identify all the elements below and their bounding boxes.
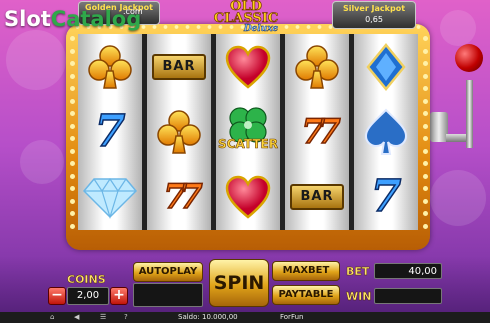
coins-increase-button[interactable]: + [110, 287, 128, 305]
silver-jackpot-box: Silver Jackpot 0,65 [332, 1, 416, 29]
watermark-com: .com [123, 7, 143, 16]
bar-text: BAR [162, 59, 196, 74]
bokeh-light [6, 30, 66, 90]
seven-blue-symbol: 7 [78, 99, 142, 164]
coins-label: COINS [67, 273, 106, 286]
cabinet-stud [423, 211, 428, 216]
bet-label: BET [346, 265, 370, 278]
saldo-text: Saldo: 10.000,00 [178, 313, 238, 321]
bar-plate: BAR [152, 53, 206, 80]
cabinet-stud [423, 98, 428, 104]
clubs-symbol [78, 34, 142, 99]
cabinet-stud [70, 223, 75, 229]
cabinet-stud [423, 86, 428, 91]
watermark-slot: Slot [4, 7, 51, 31]
cabinet-stud [423, 173, 428, 179]
seven-orange-symbol: 77 [147, 164, 211, 229]
diamond-gem-symbol [78, 164, 142, 229]
reel-2: BAR 77 [147, 34, 211, 230]
reel-3: SCATTER [216, 34, 280, 230]
autoplay-display [133, 283, 203, 307]
cabinet-stud [423, 48, 428, 54]
cabinet-stud [70, 48, 75, 54]
cabinet-stud [70, 111, 75, 116]
cabinet-stud [70, 73, 75, 79]
cabinet-stud [423, 123, 428, 129]
cabinet-stud [423, 36, 428, 41]
help-icon[interactable]: ? [124, 312, 128, 323]
logo-deluxe: Deluxe [243, 24, 279, 34]
bar-plate: BAR [290, 183, 344, 210]
bokeh-light [440, 10, 476, 46]
reel-1: 7 [78, 34, 142, 230]
cabinet-stud [70, 86, 75, 91]
bar-text: BAR [300, 189, 334, 204]
cabinet-stud [423, 73, 428, 79]
game-logo: OLD CLASSIC Deluxe [196, 0, 296, 35]
bar-symbol: BAR [285, 164, 349, 229]
mode-text: ForFun [280, 313, 304, 321]
cabinet-stud [423, 198, 428, 204]
lever-rod[interactable] [466, 80, 473, 148]
cabinet-stud [423, 161, 428, 166]
lever-knob[interactable] [455, 44, 483, 72]
bokeh-light [20, 140, 64, 184]
status-bar: ⌂ ◀ ☰ ? Saldo: 10.000,00 ForFun [0, 312, 490, 323]
spade-symbol [354, 99, 418, 164]
cabinet-stud [70, 61, 75, 66]
coins-value: 2,00 [67, 287, 109, 305]
watermark: SlotCatalog [4, 7, 141, 31]
cabinet-stud [70, 136, 75, 141]
settings-icon[interactable]: ☰ [100, 312, 106, 323]
maxbet-button[interactable]: MAXBET [272, 261, 340, 281]
sound-icon[interactable]: ◀ [74, 312, 79, 323]
spin-button[interactable]: SPIN [209, 259, 269, 307]
heart-symbol [216, 34, 280, 99]
cabinet-stud [423, 148, 428, 154]
reel-area: 7 BAR 77 SCATTER 77 BAR 7 [78, 34, 418, 230]
cabinet-stud [423, 186, 428, 191]
reel-4: 77 BAR [285, 34, 349, 230]
cabinet-stud [70, 211, 75, 216]
home-icon[interactable]: ⌂ [50, 312, 54, 323]
bet-value: 40,00 [374, 263, 442, 279]
diamond-gem-blue-symbol [354, 34, 418, 99]
autoplay-button[interactable]: AUTOPLAY [133, 262, 203, 282]
cabinet-stud [70, 98, 75, 104]
cabinet-stud [423, 223, 428, 229]
seven-glyph: 77 [301, 111, 342, 153]
seven-orange-symbol: 77 [285, 99, 349, 164]
win-label: WIN [346, 290, 372, 303]
cabinet-stud [423, 111, 428, 116]
heart-symbol [216, 164, 280, 229]
bokeh-light [430, 170, 486, 226]
cabinet-stud [70, 186, 75, 191]
coins-decrease-button[interactable]: − [48, 287, 66, 305]
seven-glyph: 7 [94, 105, 126, 157]
cabinet-stud [70, 161, 75, 166]
cabinet-stud [70, 148, 75, 154]
cabinet-stud [423, 61, 428, 66]
cabinet-stud [70, 123, 75, 129]
seven-blue-symbol: 7 [354, 164, 418, 229]
seven-glyph: 77 [163, 176, 204, 218]
win-value [374, 288, 442, 304]
cabinet-stud [70, 198, 75, 204]
scatter-text: SCATTER [218, 137, 278, 152]
cabinet-stud [70, 173, 75, 179]
silver-jackpot-label: Silver Jackpot [342, 4, 406, 13]
bar-symbol: BAR [147, 34, 211, 99]
reel-5: 7 [354, 34, 418, 230]
seven-glyph: 7 [370, 170, 402, 222]
paytable-button[interactable]: PAYTABLE [272, 285, 340, 305]
cabinet-stud [423, 136, 428, 141]
clubs-symbol [147, 99, 211, 164]
scatter-clover-symbol: SCATTER [216, 99, 280, 164]
cabinet-stud [70, 36, 75, 41]
clubs-symbol [285, 34, 349, 99]
silver-jackpot-value: 0,65 [365, 15, 383, 24]
